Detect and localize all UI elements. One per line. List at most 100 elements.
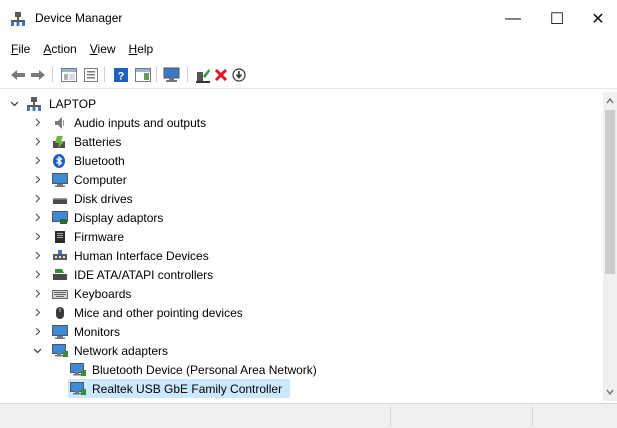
mouse-icon xyxy=(52,306,68,320)
ide-controller-icon xyxy=(52,268,68,282)
category-monitors[interactable]: Monitors xyxy=(0,322,600,341)
chevron-right-icon[interactable] xyxy=(32,246,42,265)
menu-view[interactable]: View xyxy=(90,42,116,56)
category-label: Keyboards xyxy=(74,286,132,301)
category-bluetooth[interactable]: Bluetooth xyxy=(0,151,600,170)
category-mice[interactable]: Mice and other pointing devices xyxy=(0,303,600,322)
disable-device-icon[interactable] xyxy=(230,66,248,83)
category-label: Disk drives xyxy=(74,191,133,206)
keyboard-icon xyxy=(52,287,68,301)
category-label: Batteries xyxy=(74,134,122,149)
category-label: Mice and other pointing devices xyxy=(74,305,243,320)
monitor-icon xyxy=(52,172,68,187)
chevron-right-icon[interactable] xyxy=(32,265,42,284)
menu-action-label: ction xyxy=(51,42,77,56)
menu-view-label: iew xyxy=(97,42,116,56)
toolbar-separator xyxy=(52,67,53,82)
status-bar xyxy=(0,403,617,428)
title-bar: Device Manager — ☐ ✕ xyxy=(0,0,617,38)
chevron-down-icon[interactable] xyxy=(32,341,42,360)
status-pane xyxy=(390,407,391,426)
battery-icon xyxy=(52,135,68,149)
network-adapter-icon xyxy=(52,343,68,358)
window-title: Device Manager xyxy=(35,11,123,25)
chevron-down-icon[interactable] xyxy=(9,94,19,113)
disk-drive-icon xyxy=(52,192,68,206)
device-tree[interactable]: LAPTOP Audio inputs and outputs Batterie… xyxy=(0,90,617,403)
toolbar-separator xyxy=(156,67,157,82)
maximize-button[interactable]: ☐ xyxy=(535,0,579,38)
category-label: Network adapters xyxy=(74,343,169,358)
menu-help-label: elp xyxy=(137,42,154,56)
device-label: Realtek USB GbE Family Controller xyxy=(92,381,283,396)
update-driver-icon[interactable] xyxy=(194,66,212,83)
scroll-thumb[interactable] xyxy=(605,110,615,274)
chevron-right-icon[interactable] xyxy=(32,151,42,170)
status-pane xyxy=(532,407,533,426)
category-label: Monitors xyxy=(74,324,121,339)
chevron-right-icon[interactable] xyxy=(32,284,42,303)
category-disk-drives[interactable]: Disk drives xyxy=(0,189,600,208)
monitor-icon xyxy=(52,324,68,339)
toolbar: ? xyxy=(0,60,617,89)
category-label: Firmware xyxy=(74,229,124,244)
category-audio[interactable]: Audio inputs and outputs xyxy=(0,113,600,132)
category-computer[interactable]: Computer xyxy=(0,170,600,189)
menu-action[interactable]: Action xyxy=(43,42,76,56)
category-firmware[interactable]: Firmware xyxy=(0,227,600,246)
firmware-icon xyxy=(52,230,68,244)
menu-bar: File Action View Help xyxy=(0,38,617,60)
chevron-right-icon[interactable] xyxy=(32,322,42,341)
category-keyboards[interactable]: Keyboards xyxy=(0,284,600,303)
tree-root-row[interactable]: LAPTOP xyxy=(0,94,600,113)
menu-file-label: ile xyxy=(18,42,31,56)
device-realtek-usb-gbe[interactable]: Realtek USB GbE Family Controller xyxy=(68,379,290,398)
category-network-adapters[interactable]: Network adapters xyxy=(0,341,600,360)
chevron-right-icon[interactable] xyxy=(32,189,42,208)
hid-icon xyxy=(52,249,68,263)
category-ide-controllers[interactable]: IDE ATA/ATAPI controllers xyxy=(0,265,600,284)
chevron-right-icon[interactable] xyxy=(32,170,42,189)
scroll-up-icon[interactable] xyxy=(603,94,617,108)
chevron-right-icon[interactable] xyxy=(32,132,42,151)
tree-root-label: LAPTOP xyxy=(49,96,97,111)
back-icon[interactable] xyxy=(9,66,27,83)
show-hide-console-tree-icon[interactable] xyxy=(60,66,78,83)
category-label: Bluetooth xyxy=(74,153,125,168)
device-bluetooth-pan[interactable]: Bluetooth Device (Personal Area Network) xyxy=(0,360,600,379)
scan-hardware-icon[interactable] xyxy=(163,66,181,83)
menu-file[interactable]: File xyxy=(11,42,30,56)
action-pane-icon[interactable] xyxy=(134,66,152,83)
svg-text:?: ? xyxy=(118,70,125,82)
network-adapter-icon xyxy=(70,381,86,396)
scroll-down-icon[interactable] xyxy=(603,385,617,399)
network-adapter-icon xyxy=(70,362,86,377)
close-button[interactable]: ✕ xyxy=(579,0,617,38)
device-label: Bluetooth Device (Personal Area Network) xyxy=(92,362,317,377)
display-adapter-icon xyxy=(52,210,68,225)
device-manager-icon xyxy=(11,12,27,26)
bluetooth-icon xyxy=(52,153,68,168)
category-hid[interactable]: Human Interface Devices xyxy=(0,246,600,265)
category-label: Display adaptors xyxy=(74,210,164,225)
chevron-right-icon[interactable] xyxy=(32,208,42,227)
category-label: IDE ATA/ATAPI controllers xyxy=(74,267,214,282)
chevron-right-icon[interactable] xyxy=(32,303,42,322)
uninstall-icon[interactable] xyxy=(212,66,230,83)
category-label: Human Interface Devices xyxy=(74,248,209,263)
menu-help[interactable]: Help xyxy=(129,42,154,56)
category-label: Computer xyxy=(74,172,127,187)
minimize-button[interactable]: — xyxy=(491,0,535,38)
properties-icon[interactable] xyxy=(82,66,100,83)
chevron-right-icon[interactable] xyxy=(32,227,42,246)
help-icon[interactable]: ? xyxy=(112,66,130,83)
computer-tree-icon xyxy=(27,96,43,111)
chevron-right-icon[interactable] xyxy=(32,113,42,132)
menu-view-mnemonic: V xyxy=(89,42,98,56)
speaker-icon xyxy=(52,116,68,130)
vertical-scrollbar[interactable] xyxy=(603,92,617,401)
category-batteries[interactable]: Batteries xyxy=(0,132,600,151)
forward-icon[interactable] xyxy=(29,66,47,83)
toolbar-separator xyxy=(187,67,188,82)
category-display-adaptors[interactable]: Display adaptors xyxy=(0,208,600,227)
